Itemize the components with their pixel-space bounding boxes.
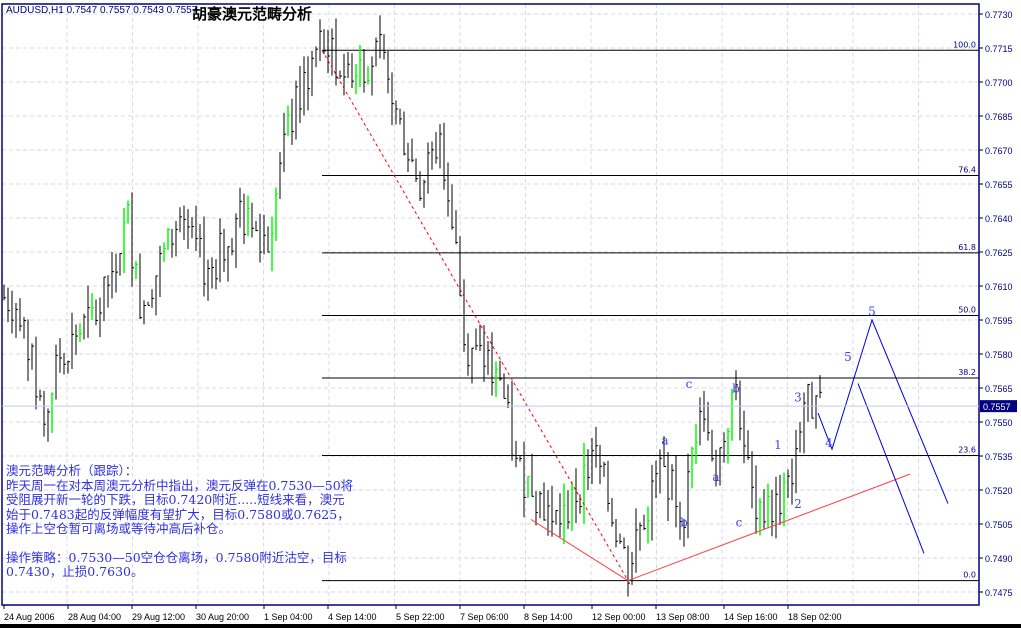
fib-level-label: 76.4 (958, 165, 976, 174)
x-tick-label: 14 Sep 16:00 (724, 612, 778, 622)
note-body: 昨天周一在对本周澳元分析中指出，澳元反弹在0.7530—50将受阻展开新一轮的下… (6, 477, 354, 536)
x-tick-label: 29 Aug 12:00 (132, 612, 185, 622)
wave-label: a (712, 470, 719, 484)
chart-header: AUDUSD,H1 0.7547 0.7557 0.7543 0.7557 (6, 5, 197, 16)
chart-title: 胡豪澳元范畴分析 (192, 5, 313, 23)
x-tick-label: 4 Sep 14:00 (328, 612, 377, 622)
note-strategy: 操作策略：0.7530—50空仓仓离场，0.7580附近沽空，目标0.7430，… (6, 549, 347, 579)
wave-label: a (661, 434, 668, 448)
y-tick-label: 0.7670 (985, 146, 1013, 156)
fib-level-label: 23.6 (958, 445, 976, 454)
note-heading: 澳元范畴分析（跟踪）： (6, 463, 138, 478)
y-tick-label: 0.7580 (985, 350, 1013, 360)
wave-label: b (680, 515, 688, 529)
trend-line (857, 383, 925, 554)
x-tick-label: 13 Sep 08:00 (656, 612, 710, 622)
y-tick-label: 0.7550 (985, 418, 1013, 428)
y-tick-label: 0.7520 (985, 486, 1013, 496)
x-tick-label: 1 Sep 04:00 (264, 612, 313, 622)
y-tick-label: 0.7625 (985, 248, 1013, 258)
analysis-note: 澳元范畴分析（跟踪）： 昨天周一在对本周澳元分析中指出，澳元反弹在0.7530—… (6, 463, 356, 580)
fib-level-label: 100.0 (953, 40, 976, 49)
wave-label: c (686, 377, 693, 391)
x-tick-label: 8 Sep 14:00 (524, 612, 573, 622)
x-tick-label: 18 Sep 02:00 (788, 612, 842, 622)
wave-label: c (736, 515, 743, 529)
y-tick-label: 0.7655 (985, 180, 1013, 190)
wave-label: 2 (794, 497, 802, 511)
wave-label: 5 (868, 304, 876, 318)
current-price-label: 0.7557 (983, 402, 1011, 412)
y-tick-label: 0.7685 (985, 112, 1013, 122)
wave-label: 3 (794, 391, 802, 405)
fib-level-label: 38.2 (958, 368, 976, 377)
y-tick-label: 0.7490 (985, 554, 1013, 564)
x-tick-label: 12 Sep 00:00 (592, 612, 646, 622)
wave-label: 5 (844, 350, 852, 364)
ohlc-label: 0.7547 0.7557 0.7543 0.7557 (66, 5, 198, 16)
y-tick-label: 0.7595 (985, 316, 1013, 326)
y-tick-label: 0.7715 (985, 44, 1013, 54)
y-tick-label: 0.7535 (985, 452, 1013, 462)
wave-label: 4 (825, 436, 833, 450)
symbol-label: AUDUSD,H1 (6, 5, 64, 16)
y-tick-label: 0.7700 (985, 78, 1013, 88)
y-tick-label: 0.7640 (985, 214, 1013, 224)
x-tick-label: 30 Aug 20:00 (196, 612, 249, 622)
x-tick-label: 28 Aug 04:00 (68, 612, 121, 622)
x-tick-label: 7 Sep 06:00 (460, 612, 509, 622)
trend-line (817, 318, 949, 504)
y-tick-label: 0.7610 (985, 282, 1013, 292)
y-tick-label: 0.7730 (985, 10, 1013, 20)
y-tick-label: 0.7475 (985, 588, 1013, 598)
fib-level-label: 61.8 (958, 243, 976, 252)
y-tick-label: 0.7505 (985, 520, 1013, 530)
wave-label: 1 (774, 438, 782, 452)
bottom-bar (0, 624, 1021, 628)
fib-level-label: 50.0 (958, 305, 976, 314)
x-tick-label: 5 Sep 22:00 (396, 612, 445, 622)
fib-level-label: 0.0 (963, 571, 976, 580)
y-tick-label: 0.7565 (985, 384, 1013, 394)
wave-label: b (732, 382, 740, 396)
x-tick-label: 24 Aug 2006 (4, 612, 55, 622)
